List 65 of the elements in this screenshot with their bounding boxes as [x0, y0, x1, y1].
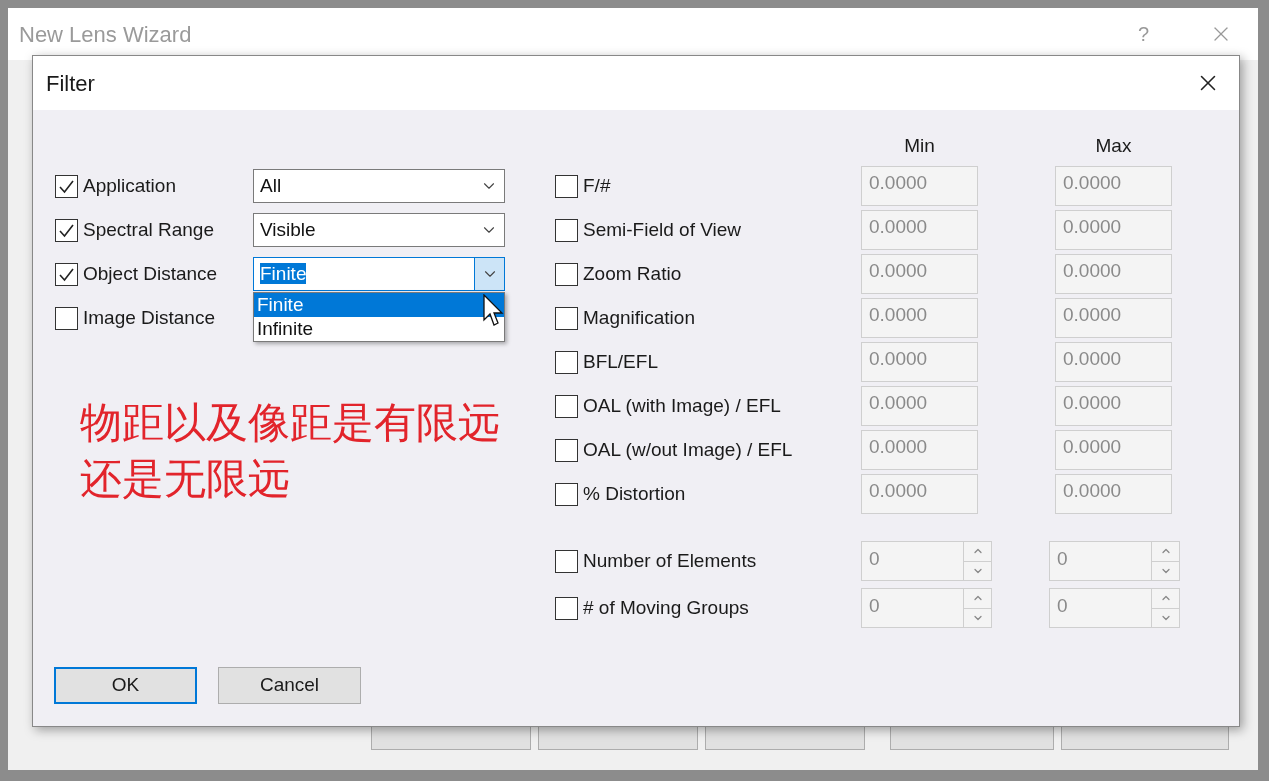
option-label: % Distortion — [583, 481, 686, 506]
dropdown-value: All — [260, 174, 282, 196]
checkbox[interactable] — [55, 262, 78, 286]
chevron-down-icon[interactable] — [474, 258, 504, 290]
dropdown-value: Visible — [260, 218, 316, 240]
spin-field[interactable]: 0 — [1049, 541, 1180, 581]
number-field[interactable]: 0.0000 — [861, 254, 978, 294]
number-field[interactable]: 0.0000 — [861, 386, 978, 426]
checkbox[interactable] — [555, 482, 578, 506]
dropdown-field[interactable]: All — [253, 169, 505, 203]
option-label: BFL/EFL — [583, 349, 658, 374]
number-field[interactable]: 0.0000 — [861, 166, 978, 206]
number-field[interactable]: 0.0000 — [1055, 254, 1172, 294]
spin-field[interactable]: 0 — [861, 541, 992, 581]
help-button[interactable]: ? — [1137, 19, 1149, 49]
number-field[interactable]: 0.0000 — [1055, 474, 1172, 514]
checkbox[interactable] — [55, 174, 78, 198]
number-field[interactable]: 0.0000 — [861, 430, 978, 470]
checkbox[interactable] — [555, 262, 578, 286]
checkbox[interactable] — [555, 596, 578, 620]
column-header: Min — [903, 134, 936, 158]
number-field[interactable]: 0.0000 — [1055, 210, 1172, 250]
number-field[interactable]: 0.0000 — [861, 298, 978, 338]
checkbox[interactable] — [555, 174, 578, 198]
option-label: OAL (with Image) / EFL — [583, 393, 781, 418]
checkbox[interactable] — [555, 350, 578, 374]
dialog-title: Filter — [46, 69, 96, 98]
checkbox[interactable] — [555, 394, 578, 418]
option-label: Application — [83, 173, 176, 198]
dropdown-field[interactable]: Finite — [253, 257, 505, 291]
dropdown-field[interactable]: Visible — [253, 213, 505, 247]
dialog-button[interactable]: OK — [54, 667, 197, 704]
column-header: Max — [1094, 134, 1133, 158]
number-field[interactable]: 0.0000 — [1055, 430, 1172, 470]
option-label: Semi-Field of View — [583, 217, 742, 242]
number-field[interactable]: 0.0000 — [1055, 298, 1172, 338]
checkbox[interactable] — [555, 306, 578, 330]
number-field[interactable]: 0.0000 — [861, 474, 978, 514]
number-field[interactable]: 0.0000 — [1055, 342, 1172, 382]
checkbox[interactable] — [555, 438, 578, 462]
number-field[interactable]: 0.0000 — [1055, 386, 1172, 426]
number-field[interactable]: 0.0000 — [1055, 166, 1172, 206]
checkbox[interactable] — [555, 549, 578, 573]
dialog-button[interactable]: Cancel — [218, 667, 361, 704]
dropdown-option[interactable]: Finite — [254, 293, 504, 317]
number-field[interactable]: 0.0000 — [861, 210, 978, 250]
checkbox[interactable] — [555, 218, 578, 242]
option-label: # of Moving Groups — [583, 595, 749, 620]
number-field[interactable]: 0.0000 — [861, 342, 978, 382]
subtitle: 物距以及像距是有限远还是无限远 — [80, 398, 501, 504]
option-label: Object Distance — [83, 261, 218, 286]
dropdown-option[interactable]: Infinite — [254, 317, 504, 341]
option-label: Image Distance — [83, 305, 215, 330]
dropdown-value: Finite — [260, 262, 307, 284]
checkbox[interactable] — [55, 306, 78, 330]
spin-field[interactable]: 0 — [861, 588, 992, 628]
checkbox[interactable] — [55, 218, 78, 242]
option-label: Number of Elements — [583, 548, 757, 573]
option-label: Spectral Range — [83, 217, 214, 242]
spin-field[interactable]: 0 — [1049, 588, 1180, 628]
option-label: Zoom Ratio — [583, 261, 682, 286]
option-label: F/# — [583, 173, 611, 198]
option-label: Magnification — [583, 305, 695, 330]
option-label: OAL (w/out Image) / EFL — [583, 437, 793, 462]
window-title: New Lens Wizard — [19, 20, 193, 49]
